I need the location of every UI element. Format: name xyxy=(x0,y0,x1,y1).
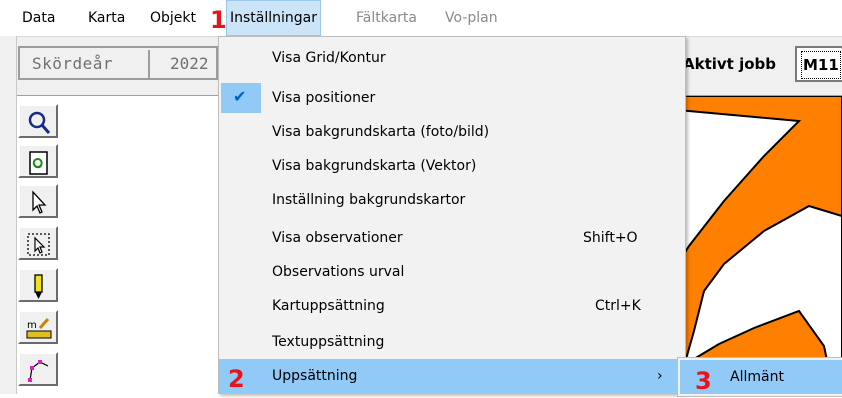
menu-bar: Data Karta Objekt Inställningar Fältkart… xyxy=(0,0,842,36)
menu-item-label: Visa bakgrundskarta (foto/bild) xyxy=(272,124,490,140)
select-tool-button[interactable] xyxy=(18,184,58,218)
active-job-label: Aktivt jobb xyxy=(683,55,776,73)
svg-text:m: m xyxy=(27,320,37,331)
area-select-tool-button[interactable] xyxy=(18,226,58,260)
measure-ruler-icon: m xyxy=(26,318,52,339)
refresh-tool-button[interactable] xyxy=(18,144,58,178)
menu-karta[interactable]: Karta xyxy=(88,0,125,36)
pencil-icon xyxy=(34,274,43,299)
menu-item-label: Kartuppsättning xyxy=(272,298,385,314)
checkmark-box: ✔ xyxy=(221,83,261,113)
pointer-arrow-icon xyxy=(32,190,47,214)
menu-item-label: Visa bakgrundskarta (Vektor) xyxy=(272,158,477,174)
step-3-annotation: 3 xyxy=(695,367,712,395)
step-2-annotation: 2 xyxy=(228,365,245,393)
menu-item-visa-positioner[interactable]: ✔ Visa positioner xyxy=(219,81,685,115)
window-left-edge xyxy=(0,36,17,394)
active-job-field[interactable]: M11 xyxy=(795,46,842,82)
refresh-document-icon xyxy=(29,151,48,175)
menu-data[interactable]: Data xyxy=(22,0,55,36)
draw-tool-button[interactable] xyxy=(18,268,58,302)
select-area-icon xyxy=(27,233,50,256)
menu-item-shortcut: Ctrl+K xyxy=(595,298,641,314)
menu-item-label: Visa Grid/Kontur xyxy=(272,50,386,66)
menu-item-label: Inställning bakgrundskartor xyxy=(272,192,466,208)
menu-faltkarta[interactable]: Fältkarta xyxy=(356,0,417,36)
step-1-annotation: 1 xyxy=(210,6,227,34)
menu-item-label: Uppsättning xyxy=(272,368,358,384)
season-label: Skördeår xyxy=(32,54,114,73)
submenu-item-label: Allmänt xyxy=(730,369,784,385)
menu-vo-plan[interactable]: Vo-plan xyxy=(445,0,498,36)
menu-item-visa-observationer[interactable]: Visa observationer Shift+O xyxy=(219,221,685,255)
menu-installningar[interactable]: Inställningar xyxy=(226,0,322,36)
menu-item-visa-bakgrundskarta-vektor[interactable]: Visa bakgrundskarta (Vektor) xyxy=(219,149,685,183)
menu-item-visa-grid-kontur[interactable]: Visa Grid/Kontur xyxy=(219,41,685,75)
season-year-value[interactable]: 2022 xyxy=(148,50,218,78)
menu-item-visa-bakgrundskarta-foto[interactable]: Visa bakgrundskarta (foto/bild) xyxy=(219,115,685,149)
menu-objekt[interactable]: Objekt xyxy=(150,0,196,36)
active-job-value: M11 xyxy=(801,51,841,79)
menu-item-label: Visa positioner xyxy=(272,90,376,106)
polygon-tool-button[interactable] xyxy=(18,352,58,386)
installningar-dropdown: Visa Grid/Kontur ✔ Visa positioner Visa … xyxy=(218,36,686,394)
zoom-tool-button[interactable] xyxy=(18,104,58,138)
magnifier-icon xyxy=(28,111,51,134)
menu-item-label: Textuppsättning xyxy=(272,334,385,350)
checkmark-icon: ✔ xyxy=(233,87,247,106)
measure-tool-button[interactable]: m xyxy=(18,310,58,344)
menu-item-observations-urval[interactable]: Observations urval xyxy=(219,255,685,289)
menu-item-textuppsattning[interactable]: Textuppsättning xyxy=(219,325,685,359)
menu-item-installning-bakgrundskartor[interactable]: Inställning bakgrundskartor xyxy=(219,183,685,217)
menu-item-label: Visa observationer xyxy=(272,230,403,246)
polygon-edit-icon xyxy=(28,360,49,382)
menu-item-uppsattning[interactable]: Uppsättning › xyxy=(219,359,685,393)
submenu-arrow-icon: › xyxy=(657,368,663,384)
menu-item-kartuppsattning[interactable]: Kartuppsättning Ctrl+K xyxy=(219,289,685,323)
menu-item-shortcut: Shift+O xyxy=(583,230,638,246)
menu-item-label: Observations urval xyxy=(272,264,405,280)
